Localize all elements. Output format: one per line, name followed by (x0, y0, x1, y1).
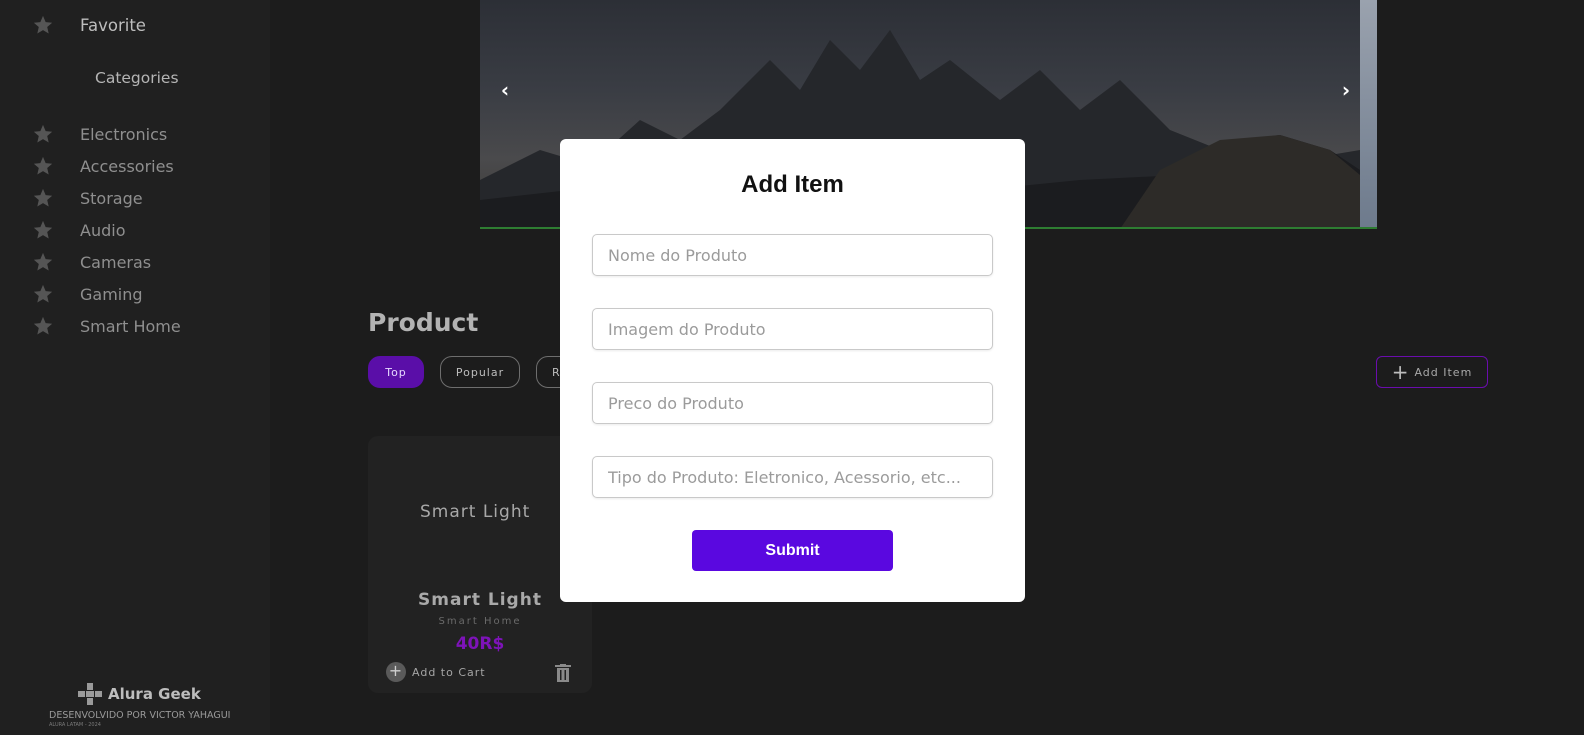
add-item-button[interactable]: + Add Item (1376, 356, 1488, 388)
next-slide-peek (1360, 0, 1377, 227)
plus-icon: + (1391, 360, 1410, 384)
sidebar-item-label: Cameras (80, 252, 152, 272)
chevron-right-icon[interactable]: › (1336, 80, 1356, 100)
sidebar-item-accessories[interactable]: Accessories (32, 154, 174, 178)
star-icon (32, 251, 54, 273)
product-card: Smart Light Smart Light Smart Home 40R$ … (368, 436, 592, 693)
star-icon (32, 155, 54, 177)
filter-top-button[interactable]: Top (368, 356, 424, 388)
sidebar-item-favorite[interactable]: Favorite (32, 13, 146, 37)
product-name: Smart Light (418, 590, 542, 610)
sidebar-item-gaming[interactable]: Gaming (32, 282, 143, 306)
copyright-text: ALURA LATAM - 2024 (49, 722, 101, 728)
product-price: 40R$ (455, 634, 505, 654)
sidebar-item-smart-home[interactable]: Smart Home (32, 314, 181, 338)
product-name-input[interactable] (592, 234, 993, 276)
sidebar-item-label: Gaming (80, 284, 143, 304)
filter-popular-button[interactable]: Popular (440, 356, 520, 388)
star-icon (32, 14, 54, 36)
star-icon (32, 283, 54, 305)
sidebar-item-audio[interactable]: Audio (32, 218, 125, 242)
product-type-input[interactable] (592, 456, 993, 498)
section-title: Product (368, 308, 479, 337)
product-image: Smart Light (420, 502, 530, 522)
sidebar-item-label: Accessories (80, 156, 174, 176)
sidebar-item-storage[interactable]: Storage (32, 186, 143, 210)
modal-title: Add Item (741, 171, 844, 198)
brand-name: Alura Geek (108, 685, 201, 703)
product-image-input[interactable] (592, 308, 993, 350)
sidebar-item-label: Favorite (80, 15, 146, 35)
sidebar-item-label: Electronics (80, 124, 168, 144)
sidebar-item-electronics[interactable]: Electronics (32, 122, 167, 146)
add-item-modal: Add Item Submit (560, 139, 1025, 602)
brand: Alura Geek (78, 683, 201, 705)
sidebar: Favorite Categories Electronics Accessor… (0, 0, 270, 735)
sidebar-item-label: Storage (80, 188, 143, 208)
developer-credit: DESENVOLVIDO POR VICTOR YAHAGUI (49, 710, 231, 721)
gamepad-logo-icon (78, 683, 102, 705)
trash-icon[interactable] (555, 664, 571, 682)
plus-circle-icon: + (386, 662, 406, 682)
categories-heading: Categories (95, 69, 179, 87)
star-icon (32, 219, 54, 241)
add-item-label: Add Item (1414, 365, 1473, 379)
product-category: Smart Home (438, 616, 522, 627)
product-image-alt: Smart Light (420, 502, 531, 522)
star-icon (32, 315, 54, 337)
star-icon (32, 123, 54, 145)
submit-button[interactable]: Submit (692, 530, 893, 571)
sidebar-item-label: Audio (80, 220, 126, 240)
star-icon (32, 187, 54, 209)
sidebar-item-label: Smart Home (80, 316, 181, 336)
chevron-left-icon[interactable]: ‹ (495, 80, 515, 100)
add-to-cart-label: Add to Cart (412, 665, 486, 679)
add-to-cart-button[interactable]: + Add to Cart (386, 662, 486, 682)
product-price-input[interactable] (592, 382, 993, 424)
sidebar-item-cameras[interactable]: Cameras (32, 250, 151, 274)
